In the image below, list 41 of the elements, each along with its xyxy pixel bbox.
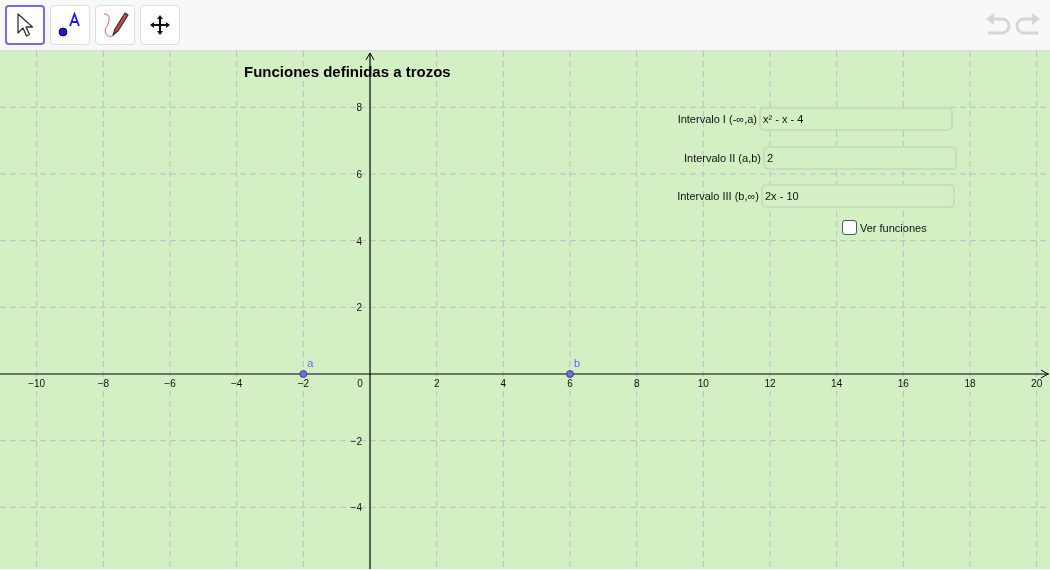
x-tick-label: 8 <box>633 378 640 389</box>
pen-icon <box>101 10 129 40</box>
origin-label: 0 <box>357 378 363 389</box>
x-tick-label: 12 <box>764 378 776 389</box>
input-field[interactable]: 2 <box>763 146 957 170</box>
point-label: b <box>574 357 581 369</box>
select-tool-button[interactable] <box>5 5 45 45</box>
x-tick-label: 18 <box>964 378 976 389</box>
x-tick-label: −6 <box>164 378 176 389</box>
move-icon <box>148 13 172 37</box>
x-tick-label: −10 <box>28 378 46 389</box>
input-field[interactable]: 2x - 10 <box>761 184 955 208</box>
x-tick-label: 10 <box>697 378 709 389</box>
input-label: Intervalo I (-∞,a) <box>677 113 757 125</box>
x-tick-label: −2 <box>297 378 310 389</box>
x-tick-label: −4 <box>230 378 243 389</box>
x-tick-label: 2 <box>433 378 440 389</box>
point[interactable] <box>299 370 308 378</box>
point-label: a <box>307 357 314 369</box>
y-tick-label: −4 <box>350 502 362 514</box>
x-tick-label: 20 <box>1031 378 1043 389</box>
x-tick-label: 4 <box>500 378 507 389</box>
y-tick-label: 6 <box>356 169 362 180</box>
point[interactable] <box>566 370 574 378</box>
input-field[interactable]: x² - x - 4 <box>759 107 953 131</box>
x-tick-label: 14 <box>831 378 843 389</box>
pen-tool-button[interactable] <box>95 5 135 45</box>
x-tick-label: 16 <box>897 378 909 389</box>
move-tool-button[interactable] <box>140 5 180 45</box>
input-label: Intervalo III (b,∞) <box>677 190 759 202</box>
checkbox[interactable] <box>842 220 857 235</box>
x-tick-label: 6 <box>567 378 573 389</box>
y-tick-label: −2 <box>350 435 362 447</box>
input-label: Intervalo II (a,b) <box>683 152 761 164</box>
pointer-icon <box>14 12 36 38</box>
y-tick-label: 8 <box>356 102 362 114</box>
y-tick-label: 2 <box>356 302 362 314</box>
point-tool-button[interactable] <box>50 5 90 45</box>
checkbox-label: Ver funciones <box>860 221 927 234</box>
y-tick-label: 4 <box>356 235 362 247</box>
x-tick-label: −8 <box>97 378 110 389</box>
